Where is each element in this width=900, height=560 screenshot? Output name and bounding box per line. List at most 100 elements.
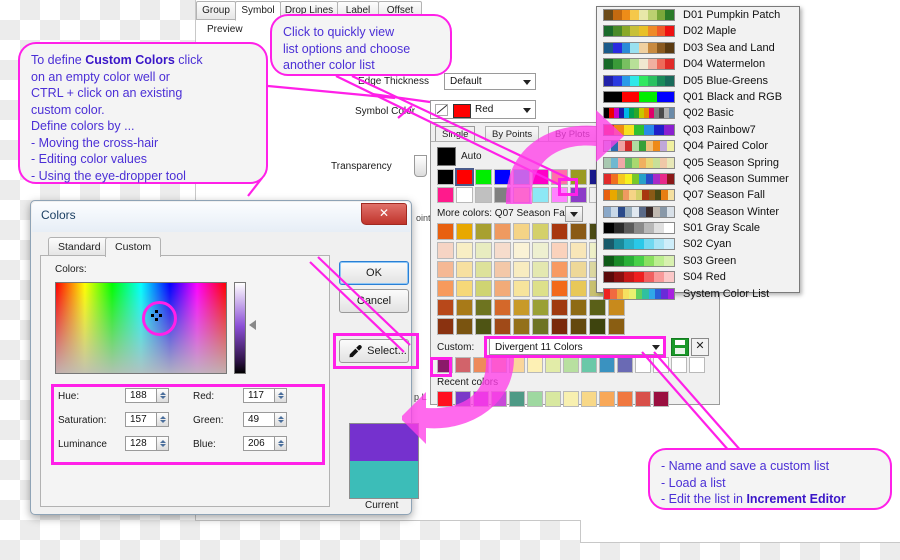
color-swatch[interactable]: [532, 318, 549, 335]
color-swatch[interactable]: [473, 391, 489, 407]
color-swatch[interactable]: [456, 318, 473, 335]
color-swatch[interactable]: [456, 242, 473, 259]
color-swatch[interactable]: [635, 391, 651, 407]
color-list-item[interactable]: Q01 Black and RGB: [597, 89, 799, 105]
delete-icon[interactable]: ✕: [691, 338, 709, 356]
color-list-item[interactable]: D05 Blue-Greens: [597, 73, 799, 89]
color-list-item[interactable]: D02 Maple: [597, 23, 799, 39]
color-swatch[interactable]: [437, 223, 454, 240]
color-swatch[interactable]: [551, 280, 568, 297]
color-list-item[interactable]: Q08 Season Winter: [597, 204, 799, 220]
color-swatch[interactable]: [570, 242, 587, 259]
color-swatch[interactable]: [532, 261, 549, 278]
color-swatch[interactable]: [527, 391, 543, 407]
spinner-arrows-icon[interactable]: [156, 388, 169, 403]
color-swatch[interactable]: [689, 357, 705, 373]
color-swatch[interactable]: [494, 261, 511, 278]
color-swatch[interactable]: [473, 357, 489, 373]
color-swatch[interactable]: [532, 299, 549, 316]
color-swatch[interactable]: [581, 357, 597, 373]
color-swatch[interactable]: [551, 242, 568, 259]
color-swatch[interactable]: [513, 187, 530, 203]
color-list-item[interactable]: D01 Pumpkin Patch: [597, 7, 799, 23]
color-list-item[interactable]: Q03 Rainbow7: [597, 122, 799, 138]
color-swatch[interactable]: [599, 391, 615, 407]
color-swatch[interactable]: [551, 318, 568, 335]
color-list-item[interactable]: System Color List: [597, 286, 799, 302]
color-swatch[interactable]: [671, 357, 687, 373]
color-swatch[interactable]: [437, 318, 454, 335]
save-icon[interactable]: [671, 338, 689, 356]
color-swatch[interactable]: [437, 391, 453, 407]
color-swatch[interactable]: [635, 357, 651, 373]
color-swatch[interactable]: [513, 223, 530, 240]
luminance-indicator-icon[interactable]: [249, 320, 256, 330]
color-list-item[interactable]: S01 Gray Scale: [597, 220, 799, 236]
edge-thickness-combo[interactable]: Default: [444, 73, 536, 90]
color-swatch[interactable]: [608, 318, 625, 335]
color-swatch[interactable]: [456, 299, 473, 316]
color-swatch[interactable]: [455, 391, 471, 407]
color-swatch[interactable]: [570, 261, 587, 278]
color-swatch[interactable]: [494, 187, 511, 203]
color-swatch[interactable]: [494, 242, 511, 259]
spinner-arrows-icon[interactable]: [274, 412, 287, 427]
color-list-item[interactable]: Q02 Basic: [597, 105, 799, 121]
color-swatch[interactable]: [513, 280, 530, 297]
color-swatch[interactable]: [581, 391, 597, 407]
select-button[interactable]: Select...: [339, 339, 409, 363]
picker-tab-by-points[interactable]: By Points: [485, 126, 540, 142]
color-list-item[interactable]: S04 Red: [597, 269, 799, 285]
color-swatch[interactable]: [617, 391, 633, 407]
color-swatch[interactable]: [513, 242, 530, 259]
color-swatch[interactable]: [509, 357, 525, 373]
color-swatch[interactable]: [475, 261, 492, 278]
tab-symbol[interactable]: Symbol: [235, 1, 281, 21]
spinner-arrows-icon[interactable]: [274, 436, 287, 451]
color-swatch[interactable]: [437, 187, 454, 203]
color-swatch[interactable]: [475, 242, 492, 259]
color-swatch[interactable]: [532, 187, 549, 203]
color-swatch[interactable]: [456, 187, 473, 203]
color-swatch[interactable]: [599, 357, 615, 373]
picker-tab-by-plots[interactable]: By Plots: [548, 126, 597, 142]
color-swatch[interactable]: [570, 280, 587, 297]
color-swatch[interactable]: [437, 299, 454, 316]
color-swatch[interactable]: [570, 223, 587, 240]
color-list-item[interactable]: Q06 Season Summer: [597, 171, 799, 187]
color-swatch[interactable]: [494, 169, 511, 185]
color-list-item[interactable]: D04 Watermelon: [597, 56, 799, 72]
color-gradient-field[interactable]: [55, 282, 227, 374]
cancel-button[interactable]: Cancel: [339, 289, 409, 313]
color-swatch[interactable]: [653, 391, 669, 407]
color-swatch[interactable]: [545, 357, 561, 373]
color-swatch[interactable]: [513, 169, 530, 185]
color-swatch[interactable]: [437, 261, 454, 278]
color-swatch[interactable]: [570, 318, 587, 335]
color-list-dropdown[interactable]: D01 Pumpkin Patch D02 Maple D03 Sea and La…: [596, 6, 800, 300]
color-swatch[interactable]: [475, 187, 492, 203]
color-list-item[interactable]: S03 Green: [597, 253, 799, 269]
red-spinner[interactable]: 117: [243, 388, 287, 403]
auto-color-swatch[interactable]: [437, 147, 456, 166]
color-swatch[interactable]: [456, 223, 473, 240]
color-swatch[interactable]: [491, 357, 507, 373]
color-swatch[interactable]: [532, 280, 549, 297]
color-swatch[interactable]: [437, 242, 454, 259]
color-swatch[interactable]: [513, 318, 530, 335]
color-swatch[interactable]: [551, 223, 568, 240]
color-swatch[interactable]: [570, 299, 587, 316]
color-swatch[interactable]: [551, 299, 568, 316]
color-list-item[interactable]: D03 Sea and Land: [597, 40, 799, 56]
luminance-bar[interactable]: [234, 282, 246, 374]
color-swatch[interactable]: [456, 280, 473, 297]
color-swatch[interactable]: [532, 223, 549, 240]
color-swatch[interactable]: [491, 391, 507, 407]
color-swatch[interactable]: [545, 391, 561, 407]
color-swatch[interactable]: [527, 357, 543, 373]
color-swatch[interactable]: [513, 299, 530, 316]
color-swatch[interactable]: [513, 261, 530, 278]
close-icon[interactable]: ✕: [361, 203, 407, 225]
spinner-arrows-icon[interactable]: [156, 436, 169, 451]
color-swatch[interactable]: [653, 357, 669, 373]
